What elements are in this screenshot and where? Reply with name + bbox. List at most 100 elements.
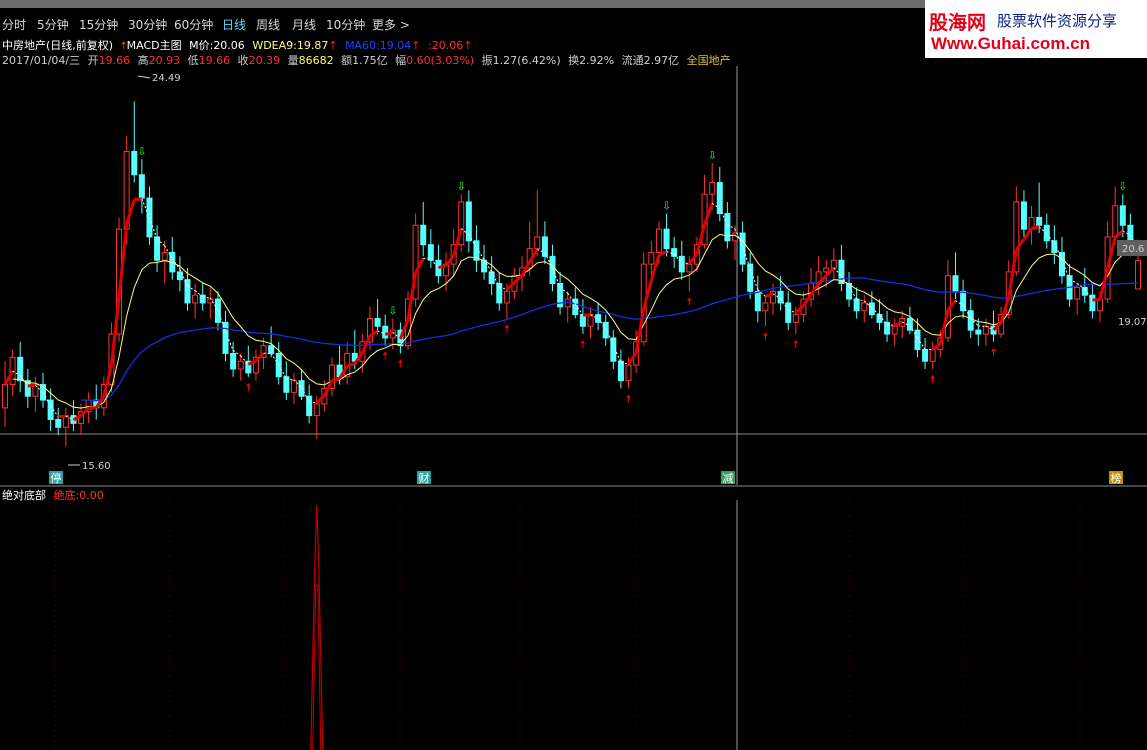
candle-body (17, 356, 24, 382)
candle-body (823, 267, 830, 273)
sell-arrow-icon: ⇩ (708, 149, 717, 162)
candle-body (1135, 260, 1141, 290)
candle-body (663, 228, 670, 250)
sub-value: 0.00 (79, 489, 104, 502)
right-price-upper: 20.6 (1122, 244, 1144, 255)
right-price-lower: 19.07 (1118, 317, 1147, 328)
m-price-line-seg (134, 197, 143, 202)
buy-arrow-icon: 🠅 (397, 357, 403, 370)
candle-body (762, 302, 769, 312)
candle-body (374, 318, 381, 327)
candle-body (906, 318, 913, 331)
m-price-line-seg (58, 414, 66, 419)
sub-value-label: 绝底: (53, 489, 80, 502)
candle-body (671, 248, 678, 257)
candle-body (830, 259, 837, 269)
sell-arrow-icon: ⇩ (457, 180, 466, 193)
candle-body (427, 244, 434, 261)
candle-body (138, 174, 145, 199)
candle-body (230, 352, 237, 370)
candle-body (534, 236, 541, 250)
sub-panel-title[interactable]: 绝对底部 (2, 489, 46, 502)
sell-arrow-icon: ⇩ (137, 145, 146, 158)
sub-indicator-spike (310, 504, 324, 750)
candle-body (678, 255, 685, 273)
buy-arrow-icon: 🠅 (245, 381, 251, 394)
candle-body (161, 251, 168, 261)
candle-body (792, 314, 799, 323)
candle-body (503, 290, 510, 304)
candle-body (488, 271, 495, 285)
candle-body (2, 384, 8, 409)
buy-arrow-icon: 🠅 (686, 295, 692, 308)
candle-body (868, 302, 875, 316)
candle-body (549, 255, 556, 285)
ma60-line (81, 277, 1139, 402)
candle-body (648, 251, 655, 265)
buy-arrow-icon: 🠅 (762, 330, 768, 343)
candle-body (237, 360, 244, 370)
candle-body (884, 321, 891, 335)
candle-body (861, 302, 868, 312)
candle-body (747, 263, 754, 292)
candle-body (1043, 224, 1050, 242)
candle-body (625, 364, 632, 382)
candle-body (960, 290, 967, 312)
candle-body (686, 263, 693, 273)
m-price-line-seg (384, 330, 394, 336)
candle-body (891, 325, 898, 335)
buy-arrow-icon: 🠅 (626, 392, 632, 405)
candle-body (853, 298, 860, 312)
m-price-line-seg (331, 377, 340, 382)
candle-body (420, 224, 427, 246)
candle-body (655, 228, 662, 253)
candle-body (982, 325, 989, 335)
sell-arrow-icon: ⇩ (388, 305, 397, 318)
candle-body (207, 298, 214, 304)
candle-body (1020, 201, 1027, 230)
candle-body (1074, 286, 1081, 300)
candle-body (1081, 286, 1088, 296)
high-marker-label: 24.49 (152, 73, 181, 84)
candle-body (290, 380, 297, 393)
candle-body (602, 321, 609, 339)
buy-arrow-icon: 🠅 (793, 338, 799, 351)
candle-body (192, 294, 199, 304)
candle-body (929, 349, 936, 362)
m-price-line-seg (1031, 225, 1040, 230)
m-price-line-seg (681, 262, 690, 265)
m-price-line-seg (27, 383, 36, 388)
candle-body (55, 419, 62, 428)
buy-arrow-icon: 🠅 (930, 373, 936, 386)
candle-body (1089, 294, 1096, 312)
candle-body (184, 279, 191, 304)
candle-body (47, 399, 54, 421)
candle-body (154, 236, 161, 261)
sell-arrow-icon: ⇩ (662, 200, 671, 213)
candle-body (975, 329, 982, 335)
event-marker-2: 减 (723, 472, 734, 485)
event-marker-1: 财 (419, 471, 430, 485)
candle-body (724, 213, 731, 242)
candle-body (1119, 205, 1126, 226)
candle-body (131, 150, 138, 176)
candle-body (617, 360, 624, 382)
candle-body (754, 290, 761, 312)
candle-body (313, 403, 320, 417)
candle-body (739, 232, 746, 265)
candle-body (967, 310, 974, 331)
candle-body (1036, 217, 1043, 226)
candle-body (914, 329, 921, 351)
kline-chart[interactable]: ⇩ 🠅 🠅 ⇩ 🠅 ⇩ 🠅 🠅 🠅 ⇩ 🠅 ⇩ 🠅 🠅 🠅 🠅 ⇩ 24.49 15.60 20.6 19.07 停 财 减 榜 (0, 0, 1147, 750)
candle-body (922, 349, 929, 362)
candle-body (1127, 224, 1134, 241)
buy-arrow-icon: 🠅 (580, 338, 586, 351)
candle-body (382, 325, 389, 339)
m-price-line-seg (438, 264, 447, 270)
candle-body (709, 182, 716, 195)
buy-arrow-icon: 🠅 (504, 323, 510, 336)
candle-body (1112, 205, 1119, 238)
buy-arrow-icon: 🠅 (991, 346, 997, 359)
sell-arrow-icon: ⇩ (1118, 180, 1127, 193)
candle-body (952, 275, 959, 292)
